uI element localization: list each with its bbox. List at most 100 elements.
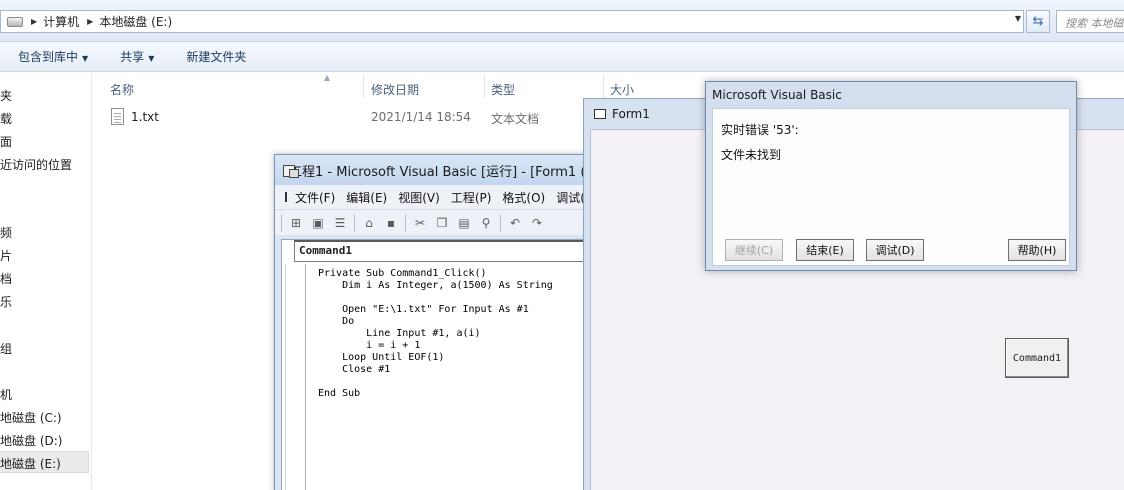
code-line: Close #1: [318, 364, 391, 375]
code-line: Line Input #1, a(i): [318, 328, 481, 339]
copy-icon[interactable]: ❐: [434, 216, 450, 230]
menu-editor-icon[interactable]: ☰: [332, 216, 348, 230]
command-bar: 包含到库中 ▼ 共享 ▼ 新建文件夹: [0, 42, 1124, 72]
menu-file[interactable]: 文件(F): [295, 189, 335, 206]
code-window-icon[interactable]: [285, 192, 287, 202]
refresh-icon: ⇆: [1032, 14, 1044, 29]
refresh-button[interactable]: ⇆: [1026, 10, 1050, 33]
nav-item-music[interactable]: 乐: [0, 293, 12, 310]
menu-debug[interactable]: 调试(: [556, 189, 585, 206]
file-name: 1.txt: [131, 110, 159, 124]
code-editor[interactable]: Private Sub Command1_Click() Dim i As In…: [318, 268, 553, 400]
column-type[interactable]: 类型: [491, 81, 515, 98]
cut-icon[interactable]: ✂: [412, 216, 428, 230]
help-button[interactable]: 帮助(H): [1008, 239, 1066, 261]
nav-item-desktop[interactable]: 面: [0, 133, 12, 150]
form1-title: Form1: [612, 107, 650, 121]
nav-item-favorites[interactable]: 夹: [0, 87, 12, 104]
continue-button[interactable]: 继续(C): [725, 239, 783, 261]
chevron-down-icon: ▼: [148, 54, 155, 63]
error-dialog-title: Microsoft Visual Basic: [712, 88, 842, 102]
nav-item-homegroup[interactable]: 组: [0, 340, 12, 357]
nav-item-pictures[interactable]: 片: [0, 247, 12, 264]
error-dialog-body: 实时错误 '53': 文件未找到 继续(C) 结束(E) 调试(D) 帮助(H): [712, 108, 1070, 266]
nav-item-drive-c[interactable]: 地磁盘 (C:): [0, 409, 62, 426]
vb-window-title: 工程1 - Microsoft Visual Basic [运行] - [For…: [289, 164, 595, 180]
menu-edit[interactable]: 编辑(E): [346, 189, 387, 206]
include-in-library-button[interactable]: 包含到库中 ▼: [18, 48, 88, 65]
column-size[interactable]: 大小: [610, 81, 634, 98]
undo-icon[interactable]: ↶: [507, 216, 523, 230]
breadcrumb-arrow-icon[interactable]: ▶: [87, 17, 93, 26]
nav-item-videos[interactable]: 频: [0, 224, 12, 241]
save-icon[interactable]: ▪: [383, 216, 399, 230]
nav-item-recent-places[interactable]: 近访问的位置: [0, 156, 72, 173]
text-file-icon: [111, 108, 124, 125]
nav-item-drive-e[interactable]: 地磁盘 (E:): [0, 451, 89, 473]
chevron-down-icon: ▼: [82, 54, 89, 63]
error-dialog: Microsoft Visual Basic 实时错误 '53': 文件未找到 …: [705, 81, 1077, 271]
column-name[interactable]: 名称: [110, 81, 134, 98]
code-line: Private Sub Command1_Click(): [318, 268, 487, 279]
vb-ide-window: 工程1 - Microsoft Visual Basic [运行] - [For…: [274, 154, 594, 490]
drive-icon: [7, 16, 23, 27]
code-line: Loop Until EOF(1): [318, 352, 445, 363]
column-header: ▲ 名称 修改日期 类型 大小: [93, 73, 693, 101]
error-code-text: 实时错误 '53':: [721, 123, 799, 137]
breadcrumb-arrow-icon[interactable]: ▶: [31, 17, 37, 26]
vb-toolbar: ⊞ ▣ ☰ ⌂ ▪ ✂ ❐ ▤ ⚲ ↶ ↷: [275, 209, 593, 235]
file-type: 文本文档: [491, 112, 540, 126]
code-line: Open "E:\1.txt" For Input As #1: [318, 304, 529, 315]
menu-view[interactable]: 视图(V): [398, 189, 440, 206]
code-line: i = i + 1: [318, 340, 421, 351]
vb-title-bar[interactable]: 工程1 - Microsoft Visual Basic [运行] - [For…: [275, 155, 595, 185]
vb-menu-bar: 文件(F) 编辑(E) 视图(V) 工程(P) 格式(O) 调试(: [275, 185, 593, 209]
menu-format[interactable]: 格式(O): [502, 189, 545, 206]
open-icon[interactable]: ⌂: [361, 216, 377, 230]
code-line: End Sub: [318, 388, 361, 399]
breadcrumb-drive-e[interactable]: 本地磁盘 (E:): [99, 13, 172, 30]
command1-button[interactable]: Command1: [1005, 338, 1069, 378]
address-bar-area: ▶ 计算机 ▶ 本地磁盘 (E:) ▼ ⇆ 搜索 本地磁盘: [0, 0, 1124, 42]
search-input[interactable]: 搜索 本地磁盘: [1056, 10, 1124, 33]
menu-project[interactable]: 工程(P): [451, 189, 492, 206]
sort-up-icon: ▲: [324, 73, 331, 82]
toolbar-grip[interactable]: [281, 213, 282, 232]
column-divider[interactable]: [363, 75, 364, 99]
column-modified[interactable]: 修改日期: [371, 81, 419, 98]
share-label: 共享: [120, 50, 145, 64]
form-icon: [594, 109, 606, 119]
file-row[interactable]: 1.txt 2021/1/14 18:54 文本文档: [93, 106, 593, 128]
find-icon[interactable]: ⚲: [478, 216, 494, 230]
end-button[interactable]: 结束(E): [796, 239, 854, 261]
column-divider[interactable]: [484, 75, 485, 99]
paste-icon[interactable]: ▤: [456, 216, 472, 230]
code-line: Do: [318, 316, 355, 327]
toolbar-separator: [500, 213, 501, 232]
new-folder-button[interactable]: 新建文件夹: [186, 48, 246, 65]
toolbar-separator: [354, 213, 355, 232]
nav-item-downloads[interactable]: 载: [0, 110, 12, 127]
error-message-text: 文件未找到: [721, 148, 782, 162]
include-in-library-label: 包含到库中: [18, 50, 79, 64]
redo-icon[interactable]: ↷: [529, 216, 545, 230]
column-divider[interactable]: [603, 75, 604, 99]
code-window: Command1 Private Sub Command1_Click() Di…: [281, 239, 594, 490]
nav-item-documents[interactable]: 档: [0, 270, 12, 287]
code-margin[interactable]: [282, 264, 306, 490]
add-form-icon[interactable]: ▣: [310, 216, 326, 230]
nav-item-drive-d[interactable]: 地磁盘 (D:): [0, 432, 62, 449]
add-project-icon[interactable]: ⊞: [288, 216, 304, 230]
code-line: Dim i As Integer, a(1500) As String: [318, 280, 553, 291]
debug-button[interactable]: 调试(D): [866, 239, 924, 261]
object-combo[interactable]: Command1: [294, 240, 594, 262]
navigation-pane: 夹 载 面 近访问的位置 频 片 档 乐 组 机 地磁盘 (C:) 地磁盘 (D…: [0, 73, 92, 490]
share-button[interactable]: 共享 ▼: [120, 48, 154, 65]
nav-item-computer[interactable]: 机: [0, 386, 12, 403]
address-bar[interactable]: ▶ 计算机 ▶ 本地磁盘 (E:) ▼: [0, 10, 1024, 33]
address-dropdown-icon[interactable]: ▼: [1015, 14, 1021, 23]
breadcrumb-computer[interactable]: 计算机: [43, 13, 79, 30]
file-modified: 2021/1/14 18:54: [371, 110, 471, 124]
